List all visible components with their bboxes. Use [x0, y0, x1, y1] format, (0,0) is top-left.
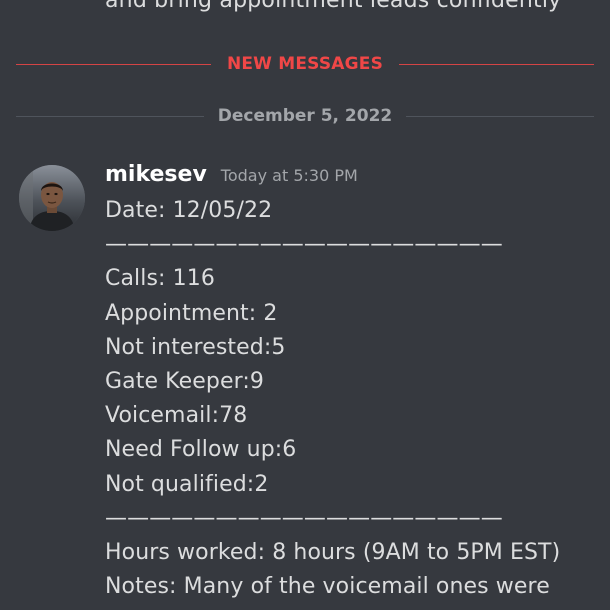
date-divider-label: December 5, 2022	[217, 106, 393, 126]
message-line: ——————————————————	[105, 505, 503, 531]
message-timestamp[interactable]: Today at 5:30 PM	[221, 166, 358, 185]
message-line: Calls: 116	[105, 266, 215, 292]
message-line: Gate Keeper:9	[105, 368, 264, 394]
message-line: Hours worked: 8 hours (9AM to 5PM EST)	[105, 539, 561, 565]
message-line: Need Follow up:6	[105, 437, 297, 463]
avatar-photo	[19, 165, 85, 231]
message-line: ——————————————————	[105, 232, 503, 258]
message-line: Date: 12/05/22	[105, 198, 273, 223]
message-line: Not interested:5	[105, 334, 286, 360]
message-line: Notes: Many of the voicemail ones were	[105, 574, 550, 600]
message-content: Date: 12/05/22 —————————————————— Calls:…	[105, 196, 560, 606]
username[interactable]: mikesev	[105, 162, 207, 187]
message-line: Appointment: 2	[105, 300, 278, 326]
message-header: mikesev Today at 5:30 PM	[105, 162, 358, 187]
divider-line	[399, 63, 595, 65]
new-messages-label: NEW MESSAGES	[226, 54, 384, 74]
message-line: Voicemail:78	[105, 403, 248, 429]
divider-line	[16, 115, 204, 117]
divider-line	[16, 63, 211, 65]
divider-line	[406, 115, 595, 117]
avatar[interactable]	[19, 165, 85, 231]
previous-message-text: and bring appointment leads confidently	[105, 0, 562, 13]
message-line: Not qualified:2	[105, 471, 269, 497]
